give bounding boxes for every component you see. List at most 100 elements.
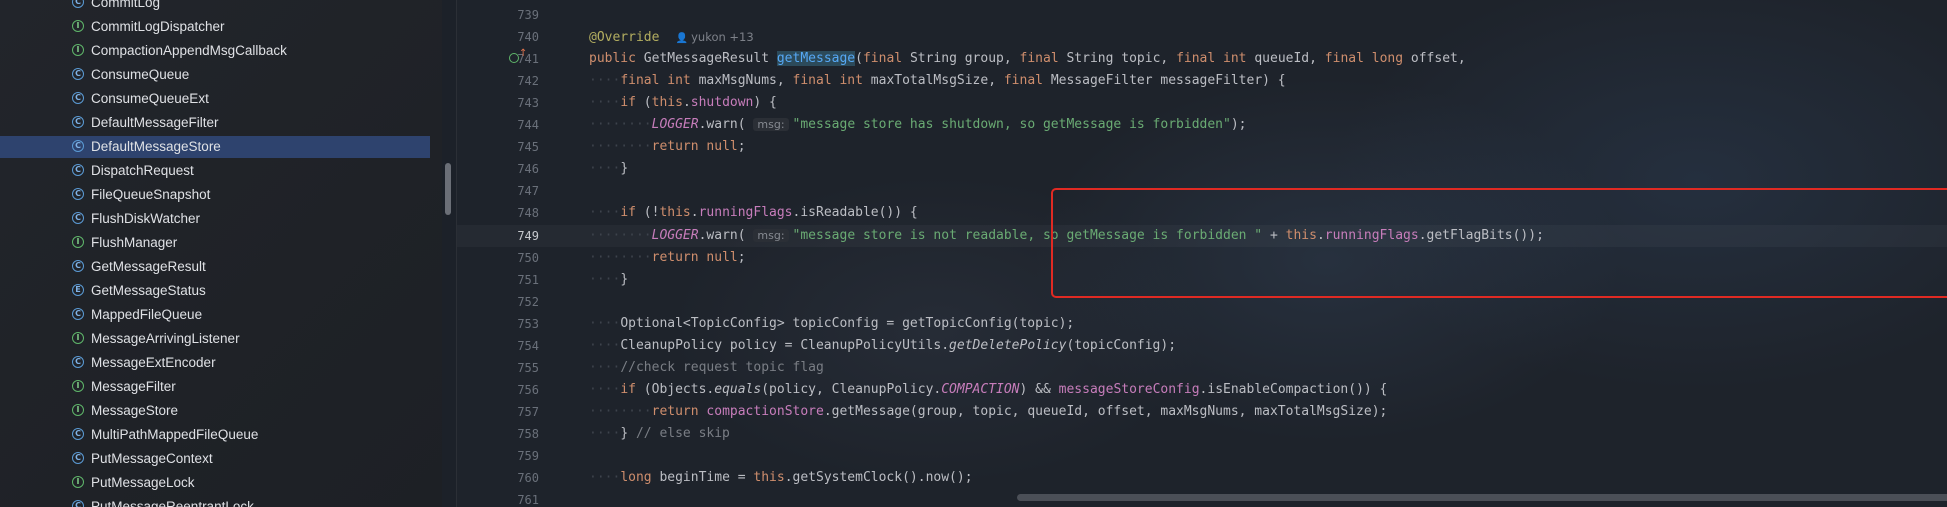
class-icon: C: [72, 0, 84, 8]
line-number: 761: [517, 493, 539, 507]
code-token: (Objects.: [643, 381, 715, 397]
author-inlay-hint[interactable]: 👤 yukon +13: [675, 30, 753, 44]
class-icon: C: [72, 452, 84, 464]
code-text: ········LOGGER.warn( msg: "message store …: [589, 114, 1246, 136]
line-number: 745: [517, 140, 539, 155]
code-token: GetMessageResult: [643, 51, 777, 67]
code-line[interactable]: 745 ········return null;: [457, 136, 1947, 158]
code-line[interactable]: 753 ····Optional<TopicConfig> topicConfig…: [457, 313, 1947, 335]
tree-item[interactable]: C DefaultMessageStore: [0, 136, 430, 158]
code-line[interactable]: 743 ····if (this.shutdown) {: [457, 92, 1947, 114]
class-icon: C: [72, 188, 84, 200]
tree-item[interactable]: I MessageArrivingListener: [0, 328, 430, 350]
tree-item[interactable]: C MappedFileQueue: [0, 304, 430, 326]
override-arrow-icon[interactable]: ↑: [519, 49, 527, 59]
parameter-hint: msg:: [753, 118, 789, 132]
code-line[interactable]: 746 ····}: [457, 158, 1947, 180]
indent-guide: ····: [589, 337, 621, 353]
tree-item-label: PutMessageLock: [91, 475, 195, 490]
tree-item[interactable]: C GetMessageResult: [0, 256, 430, 278]
code-text: ········return compactionStore.getMessag…: [589, 401, 1387, 423]
tree-item-label: FileQueueSnapshot: [91, 187, 211, 202]
editor-horizontal-scrollbar[interactable]: [1017, 494, 1947, 501]
tree-item[interactable]: C DispatchRequest: [0, 160, 430, 182]
interface-icon: I: [72, 404, 84, 416]
tree-item[interactable]: C PutMessageContext: [0, 448, 430, 470]
code-line[interactable]: 757 ········return compactionStore.getMes…: [457, 401, 1947, 423]
code-token: CleanupPolicy policy = CleanupPolicyUtil…: [620, 337, 950, 353]
indent-guide: ········: [589, 249, 652, 265]
code-line[interactable]: 741 ↑ public GetMessageResult getMessage(f…: [457, 48, 1947, 70]
code-line[interactable]: 739: [457, 4, 1947, 26]
line-number: 751: [517, 272, 539, 287]
code-token: getDeletePolicy: [949, 337, 1067, 353]
line-number: 752: [517, 294, 539, 309]
tree-item[interactable]: I PutMessageLock: [0, 472, 430, 494]
tree-item[interactable]: I MessageStore: [0, 400, 430, 422]
code-token: );: [1230, 117, 1247, 133]
code-token: final long: [1324, 51, 1411, 67]
code-token: return null: [651, 139, 738, 155]
tree-item[interactable]: I FlushManager: [0, 232, 430, 254]
line-number: 753: [517, 316, 539, 331]
tree-item-label: GetMessageResult: [91, 259, 206, 274]
class-icon: C: [72, 116, 84, 128]
project-tree-scrollbar[interactable]: [445, 163, 451, 215]
tree-item[interactable]: I CompactionAppendMsgCallback: [0, 40, 430, 62]
tree-item[interactable]: C FlushDiskWatcher: [0, 208, 430, 230]
tree-item[interactable]: C CommitLog: [0, 0, 430, 14]
line-number: 756: [517, 382, 539, 397]
code-token: public: [589, 51, 644, 67]
tree-item[interactable]: C DefaultMessageFilter: [0, 112, 430, 134]
line-number: 754: [517, 338, 539, 353]
tree-item-label: CompactionAppendMsgCallback: [91, 43, 287, 58]
code-token: final: [1003, 73, 1051, 89]
code-token: LOGGER: [651, 227, 699, 243]
interface-icon: I: [72, 380, 84, 392]
code-token: .: [690, 205, 699, 221]
code-token: ;: [737, 249, 746, 265]
line-number: 744: [517, 118, 539, 133]
tree-item[interactable]: C PutMessageReentrantLock: [0, 496, 430, 507]
code-line[interactable]: 756 ····if (Objects.equals(policy, Cleanu…: [457, 379, 1947, 401]
code-text: public GetMessageResult getMessage(final…: [589, 48, 1466, 70]
code-line[interactable]: 754 ····CleanupPolicy policy = CleanupPol…: [457, 335, 1947, 357]
tree-item-label: ConsumeQueueExt: [91, 91, 209, 106]
line-number: 758: [517, 426, 539, 441]
code-line[interactable]: 742 ····final int maxMsgNums, final int m…: [457, 70, 1947, 92]
code-line[interactable]: 740 @Override 👤 yukon +13: [457, 26, 1947, 48]
code-editor[interactable]: 761 760 ····long beginTime = this.getSyste…: [457, 0, 1947, 507]
line-number: 755: [517, 360, 539, 375]
tree-item[interactable]: E GetMessageStatus: [0, 280, 430, 302]
tree-item[interactable]: C MessageExtEncoder: [0, 352, 430, 374]
tree-item-label: DefaultMessageStore: [91, 139, 221, 154]
tree-item[interactable]: I CommitLogDispatcher: [0, 16, 430, 38]
code-line[interactable]: 755 ····//check request topic flag: [457, 357, 1947, 379]
code-token: .warn(: [698, 227, 754, 243]
code-text: ····} // else skip: [589, 423, 730, 445]
code-token: final int: [620, 73, 699, 89]
indent-guide: ········: [589, 139, 652, 155]
code-line[interactable]: 744 ········LOGGER.warn( msg: "message sto…: [457, 114, 1947, 136]
tree-item[interactable]: C ConsumeQueueExt: [0, 88, 430, 110]
code-token: if: [620, 381, 644, 397]
code-token: maxTotalMsgSize,: [870, 73, 1004, 89]
indent-guide: ····: [589, 381, 621, 397]
code-line[interactable]: 760 ····long beginTime = this.getSystemCl…: [457, 467, 1947, 489]
tree-item[interactable]: C FileQueueSnapshot: [0, 184, 430, 206]
code-line[interactable]: 759: [457, 445, 1947, 467]
code-token: beginTime =: [659, 470, 754, 486]
tree-item[interactable]: I MessageFilter: [0, 376, 430, 398]
code-token: final: [862, 51, 910, 67]
code-token: messageStoreConfig: [1058, 381, 1200, 397]
tree-item[interactable]: C ConsumeQueue: [0, 64, 430, 86]
code-token: "message store has shutdown, so getMessa…: [792, 117, 1231, 133]
code-token: return: [651, 403, 707, 419]
code-line[interactable]: 758 ····} // else skip: [457, 423, 1947, 445]
tree-item[interactable]: C MultiPathMappedFileQueue: [0, 424, 430, 446]
code-token: }: [620, 271, 629, 287]
indent-guide: ········: [589, 403, 652, 419]
code-token: final: [1019, 51, 1067, 67]
tree-item-label: DispatchRequest: [91, 163, 194, 178]
line-number: 742: [517, 74, 539, 89]
